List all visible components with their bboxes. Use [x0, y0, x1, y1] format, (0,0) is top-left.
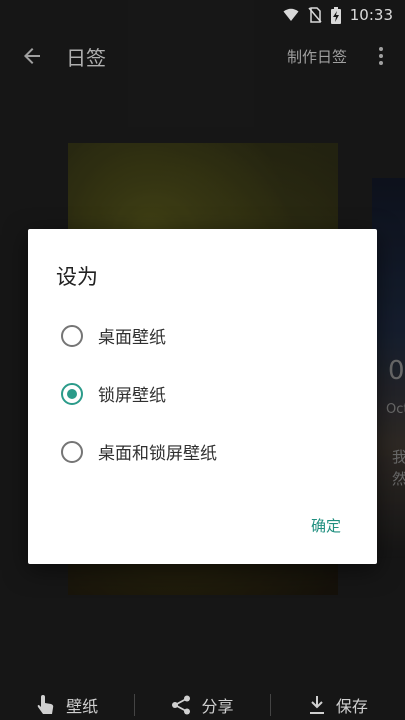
radio-button-selected[interactable]	[61, 382, 83, 405]
set-as-dialog: 设为 桌面壁纸 锁屏壁纸 桌面和锁屏壁纸 确定	[28, 229, 377, 564]
wallpaper-button[interactable]: 壁纸	[0, 693, 134, 717]
option-label: 桌面和锁屏壁纸	[98, 444, 217, 464]
option-label: 桌面壁纸	[98, 328, 166, 348]
radio-button[interactable]	[61, 324, 83, 347]
download-icon	[309, 696, 324, 714]
dialog-title: 设为	[56, 265, 98, 289]
save-label: 保存	[335, 697, 368, 716]
save-button[interactable]: 保存	[271, 693, 405, 717]
share-icon	[172, 695, 191, 715]
radio-button[interactable]	[61, 440, 83, 463]
option-home-wallpaper[interactable]: 桌面壁纸	[61, 323, 166, 348]
share-label: 分享	[201, 697, 234, 716]
confirm-button[interactable]: 确定	[311, 515, 341, 536]
option-lock-wallpaper[interactable]: 锁屏壁纸	[61, 381, 166, 406]
wallpaper-label: 壁纸	[66, 697, 99, 716]
bottom-toolbar: 壁纸 分享 保存	[0, 690, 405, 720]
option-both-wallpaper[interactable]: 桌面和锁屏壁纸	[61, 439, 217, 464]
touch-hand-icon	[37, 695, 54, 714]
option-label: 锁屏壁纸	[98, 386, 166, 406]
share-button[interactable]: 分享	[135, 693, 269, 717]
